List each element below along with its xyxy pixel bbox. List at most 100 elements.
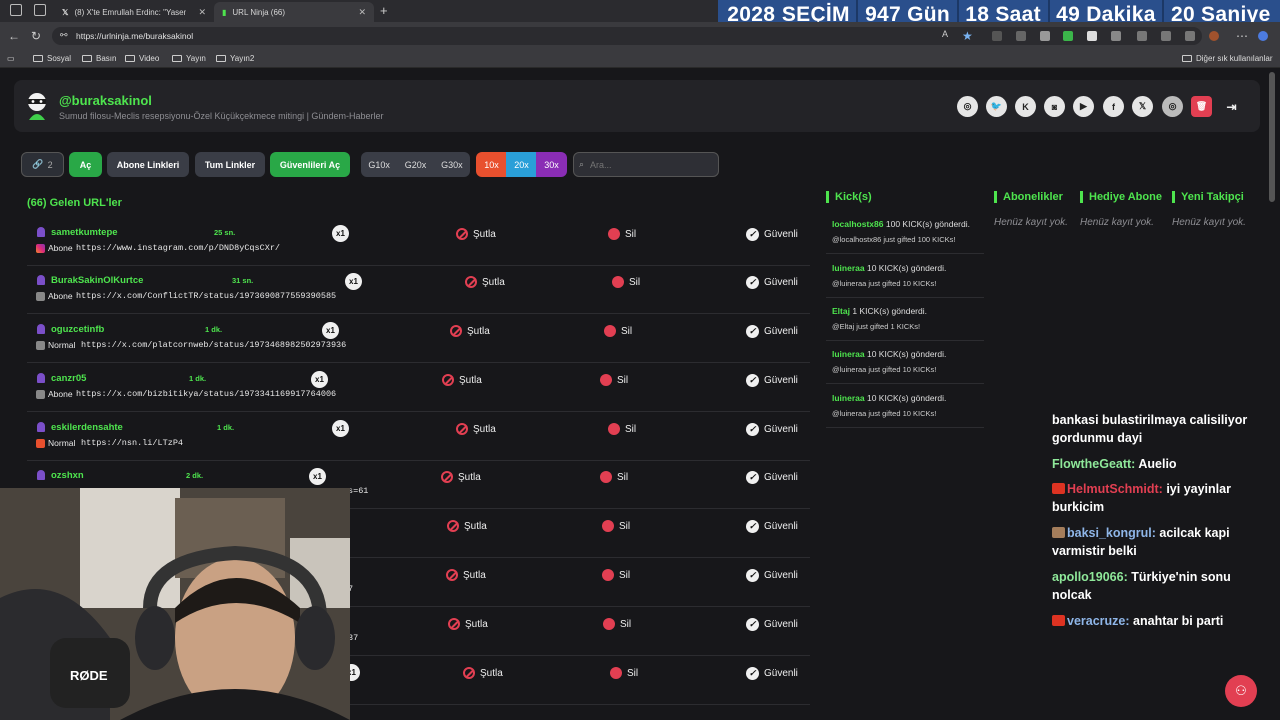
extensions-puzzle-icon[interactable]: [1111, 31, 1121, 41]
row-url-link[interactable]: https://nsn.li/LTzP4: [81, 438, 183, 448]
skip-button[interactable]: Şutla: [448, 618, 488, 630]
delete-button[interactable]: Sil: [610, 667, 638, 679]
multiplier-10x-button[interactable]: 10x: [476, 152, 507, 177]
split-screen-icon[interactable]: [1137, 31, 1147, 41]
twitter-icon[interactable]: 🐦: [986, 96, 1007, 117]
copilot-icon[interactable]: [1258, 31, 1268, 41]
extension-icon[interactable]: [1063, 31, 1073, 41]
safe-button[interactable]: ✓ Güvenli: [746, 618, 798, 631]
skip-button[interactable]: Şutla: [447, 520, 487, 532]
safe-button[interactable]: ✓ Güvenli: [746, 667, 798, 680]
bookmark-folder[interactable]: Basın: [82, 54, 116, 63]
search-input[interactable]: [573, 152, 719, 177]
folder-icon: [216, 55, 226, 62]
more-menu-icon[interactable]: ⋯: [1236, 29, 1248, 43]
delete-button[interactable]: Sil: [612, 276, 640, 288]
bookmark-folder[interactable]: Video: [125, 54, 159, 63]
safe-button[interactable]: ✓ Güvenli: [746, 520, 798, 533]
x-icon[interactable]: 𝕏: [1132, 96, 1153, 117]
logout-icon[interactable]: ⇥: [1221, 96, 1242, 117]
g30x-button[interactable]: G30x: [441, 160, 463, 170]
extension-icon[interactable]: [1040, 31, 1050, 41]
safe-button[interactable]: ✓ Güvenli: [746, 423, 798, 436]
close-tab-icon[interactable]: ✕: [358, 7, 366, 18]
safe-button[interactable]: ✓ Güvenli: [746, 325, 798, 338]
extension-icon[interactable]: [1087, 31, 1097, 41]
refresh-icon[interactable]: ↻: [31, 29, 41, 43]
profile-avatar-icon[interactable]: [1209, 31, 1219, 41]
favorites-icon[interactable]: [1161, 31, 1171, 41]
instagram-icon[interactable]: ◙: [1044, 96, 1065, 117]
safe-button[interactable]: ✓ Güvenli: [746, 374, 798, 387]
subscriber-links-button[interactable]: Abone Linkleri: [107, 152, 189, 177]
skip-button[interactable]: Şutla: [463, 667, 503, 679]
profile-username[interactable]: @buraksakinol: [59, 93, 152, 108]
tab-x[interactable]: 𝕏 (8) X'te Emrullah Erdinc: "Yasemin ✕: [54, 2, 214, 22]
new-tab-icon[interactable]: +: [380, 3, 388, 18]
skip-button[interactable]: Şutla: [446, 569, 486, 581]
skip-button[interactable]: Şutla: [441, 471, 481, 483]
open-safe-button[interactable]: Güvenlileri Aç: [270, 152, 350, 177]
skip-button[interactable]: Şutla: [456, 228, 496, 240]
row-username[interactable]: BurakSakinOlKurtce: [51, 275, 143, 286]
delete-button[interactable]: Sil: [602, 520, 630, 532]
row-url-link[interactable]: https://x.com/ConflictTR/status/19736908…: [76, 291, 336, 301]
delete-button[interactable]: Sil: [604, 325, 632, 337]
delete-button[interactable]: Sil: [600, 471, 628, 483]
delete-button[interactable]: Sil: [608, 423, 636, 435]
row-url-link[interactable]: https://www.instagram.com/p/DND8yCqsCXr/: [76, 243, 280, 253]
delete-button[interactable]: Sil: [608, 228, 636, 240]
skip-button[interactable]: Şutla: [465, 276, 505, 288]
page-scrollbar[interactable]: [1269, 72, 1275, 202]
back-icon[interactable]: ←: [8, 29, 20, 43]
reading-list-icon[interactable]: ▭: [7, 54, 15, 63]
open-button[interactable]: Aç: [69, 152, 102, 177]
youtube-icon[interactable]: ▶: [1073, 96, 1094, 117]
g20x-button[interactable]: G20x: [405, 160, 427, 170]
bookmark-folder[interactable]: Sosyal: [33, 54, 71, 63]
safe-button[interactable]: ✓ Güvenli: [746, 276, 798, 289]
site-info-icon[interactable]: ⚯: [60, 30, 68, 41]
row-url-link[interactable]: s=61: [348, 486, 368, 496]
floating-action-button[interactable]: ⚇: [1225, 675, 1257, 707]
link-count-button[interactable]: 🔗 2: [21, 152, 64, 177]
favorite-star-icon[interactable]: ★: [962, 29, 973, 43]
close-tab-icon[interactable]: ✕: [198, 7, 206, 18]
tab-actions-icon[interactable]: [34, 4, 46, 16]
skip-button[interactable]: Şutla: [450, 325, 490, 337]
multiplier-30x-button[interactable]: 30x: [536, 152, 567, 177]
dribbble-alt-icon[interactable]: ◎: [1162, 96, 1183, 117]
workspaces-icon[interactable]: [10, 4, 22, 16]
row-username[interactable]: sametkumtepe: [51, 227, 118, 238]
delete-button[interactable]: Sil: [600, 374, 628, 386]
dribbble-icon[interactable]: ◎: [957, 96, 978, 117]
read-aloud-icon[interactable]: A: [942, 29, 948, 39]
safe-button[interactable]: ✓ Güvenli: [746, 569, 798, 582]
multiplier-20x-button[interactable]: 20x: [506, 152, 537, 177]
kick-icon[interactable]: K: [1015, 96, 1036, 117]
facebook-icon[interactable]: f: [1103, 96, 1124, 117]
row-username[interactable]: oguzcetinfb: [51, 324, 104, 335]
delete-button[interactable]: Sil: [602, 569, 630, 581]
all-links-button[interactable]: Tum Linkler: [195, 152, 265, 177]
g10x-button[interactable]: G10x: [368, 160, 390, 170]
safe-button[interactable]: ✓ Güvenli: [746, 471, 798, 484]
row-username[interactable]: eskilerdensahte: [51, 422, 123, 433]
row-url-link[interactable]: https://x.com/bizbitikya/status/19733411…: [76, 389, 336, 399]
skip-button[interactable]: Şutla: [456, 423, 496, 435]
trash-icon[interactable]: 🗑: [1191, 96, 1212, 117]
url-field[interactable]: https://urlninja.me/buraksakinol: [52, 27, 1202, 45]
row-url-link[interactable]: https://x.com/platcornweb/status/1973468…: [81, 340, 346, 350]
row-username[interactable]: canzr05: [51, 373, 86, 384]
extension-icon[interactable]: [1016, 31, 1026, 41]
other-bookmarks-folder[interactable]: Diğer sık kullanılanlar: [1182, 54, 1272, 63]
bookmark-folder[interactable]: Yayın: [172, 54, 206, 63]
safe-button[interactable]: ✓ Güvenli: [746, 228, 798, 241]
extension-icon[interactable]: [992, 31, 1002, 41]
row-username[interactable]: ozshxn: [51, 470, 84, 481]
tab-urlninja[interactable]: ▮ URL Ninja (66) ✕: [214, 2, 374, 22]
shield-icon[interactable]: [1185, 31, 1195, 41]
skip-button[interactable]: Şutla: [442, 374, 482, 386]
bookmark-folder[interactable]: Yayın2: [216, 54, 254, 63]
delete-button[interactable]: Sil: [603, 618, 631, 630]
